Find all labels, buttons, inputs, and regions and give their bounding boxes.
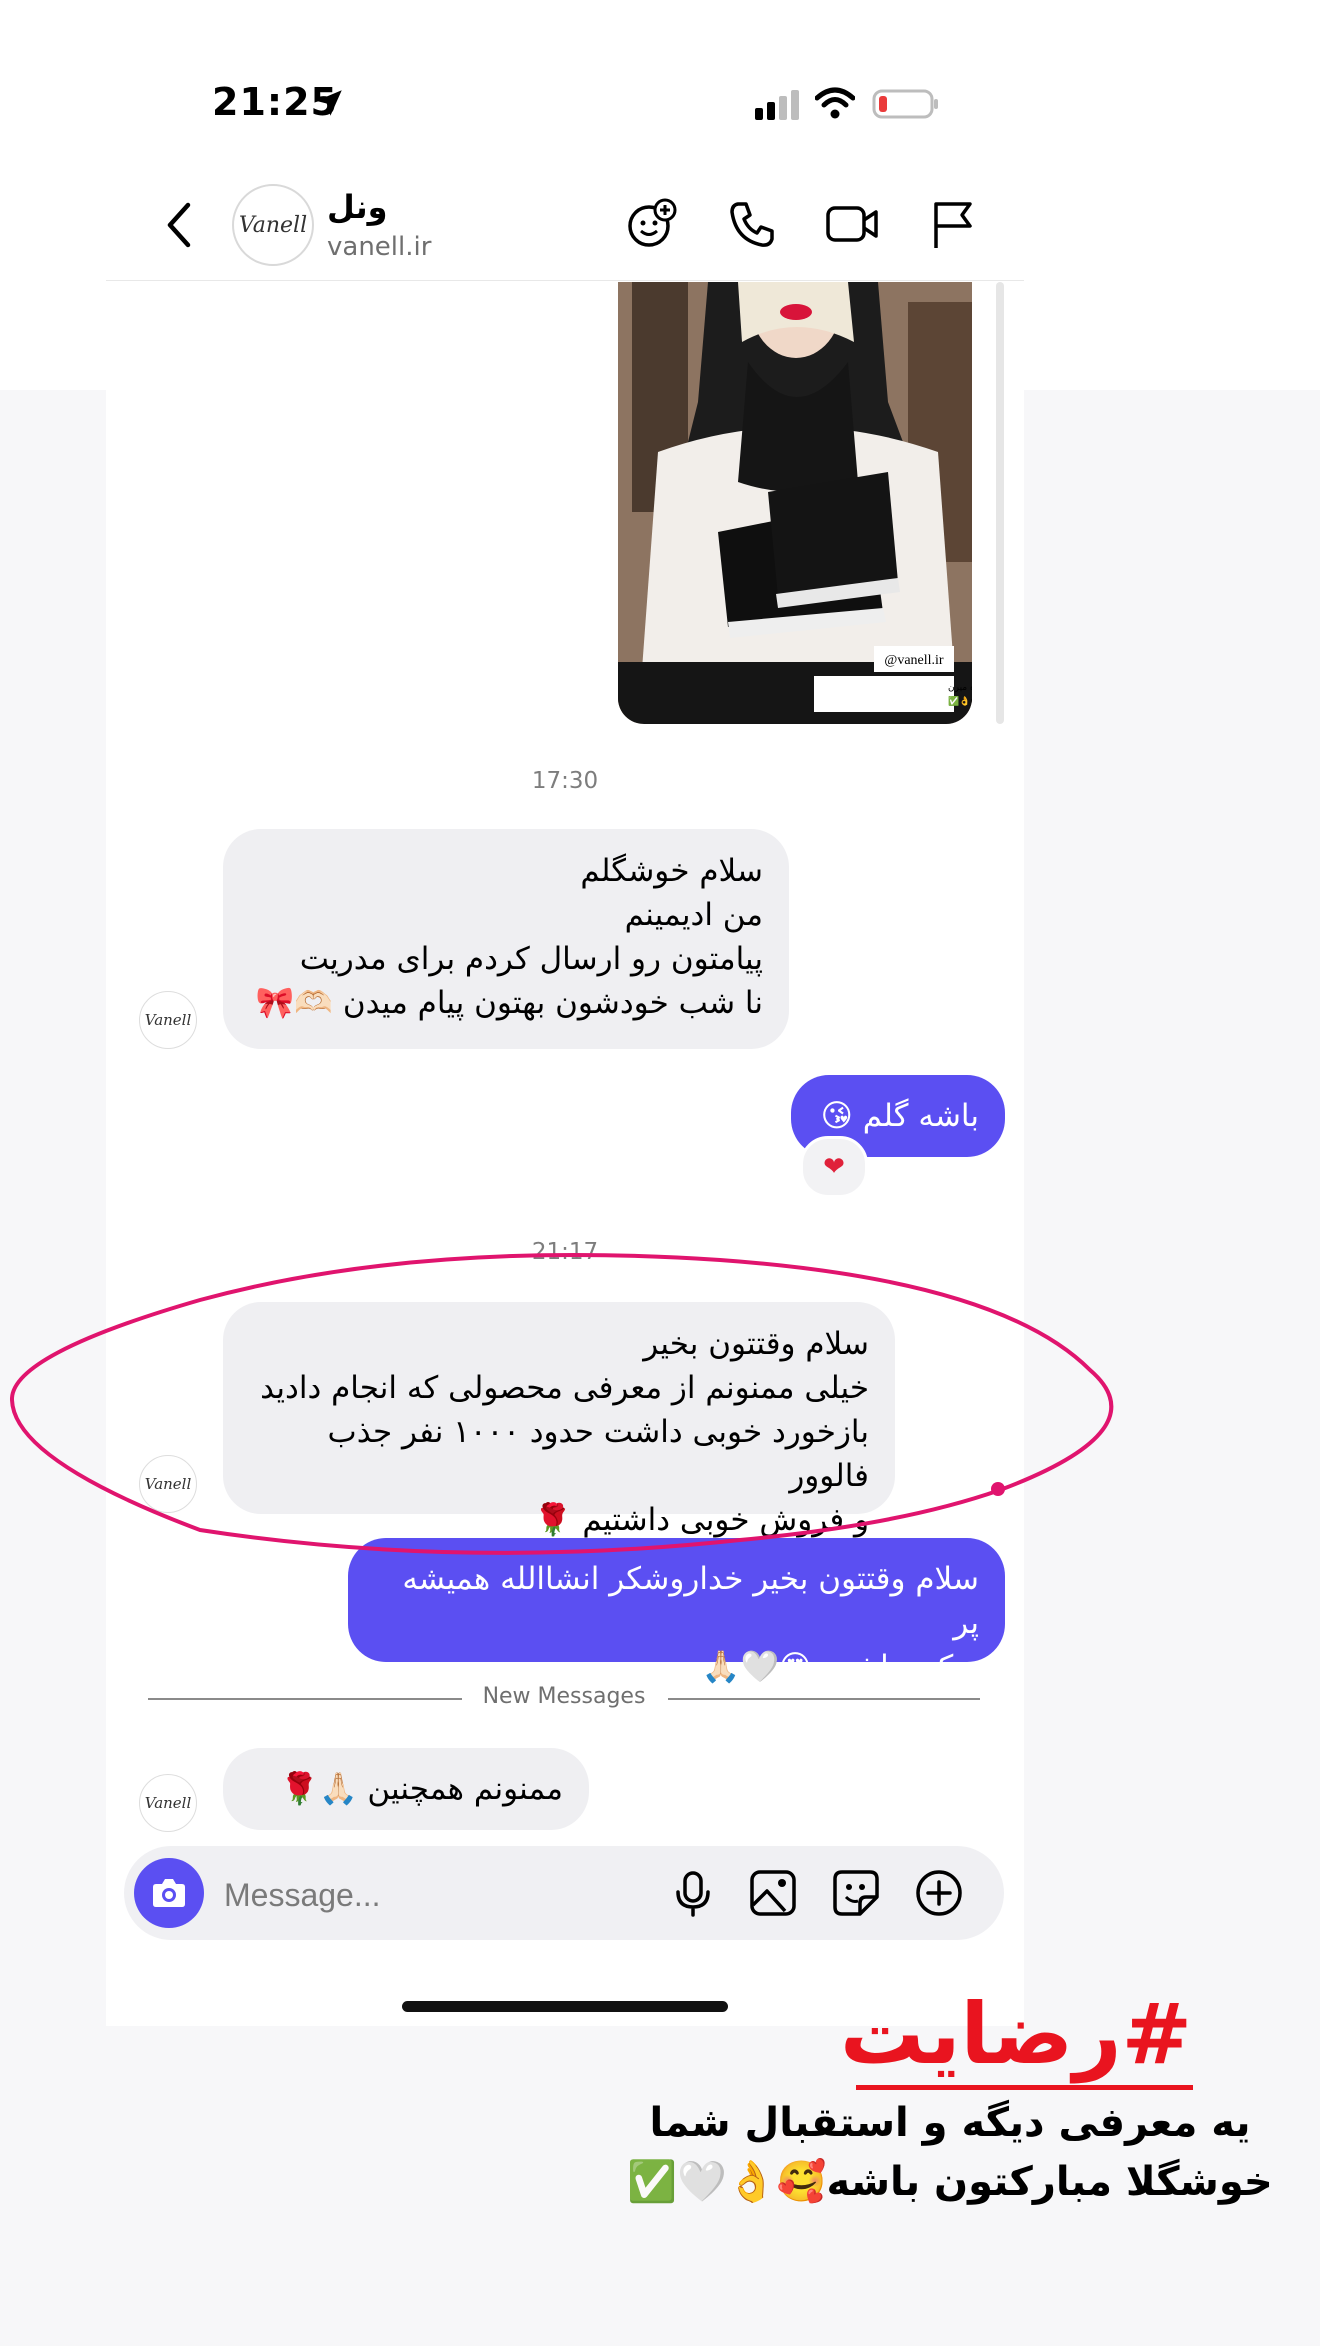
sender-avatar[interactable]: Vanell <box>139 991 197 1049</box>
camera-icon <box>153 1879 185 1907</box>
new-messages-label: New Messages <box>482 1684 646 1709</box>
photo-illustration: @vanell.ir کسایی که مدرسه و دانشگاه میرن… <box>618 282 972 724</box>
new-messages-divider-right <box>668 1698 980 1700</box>
shared-photo[interactable]: @vanell.ir کسایی که مدرسه و دانشگاه میرن… <box>618 282 972 724</box>
sender-avatar[interactable]: Vanell <box>139 1455 197 1513</box>
incoming-message[interactable]: ممنونم همچنین 🙏🏻🌹 <box>223 1748 589 1830</box>
heart-reaction[interactable]: ❤ <box>800 1136 868 1198</box>
plus-circle-icon[interactable] <box>913 1867 965 1919</box>
gallery-icon[interactable] <box>747 1867 799 1919</box>
contact-username[interactable]: vanell.ir <box>327 232 431 262</box>
new-messages-divider-left <box>148 1698 462 1700</box>
wifi-icon <box>815 87 855 119</box>
photo-caption-line1: کسایی که مدرسه و دانشگاه میرن <box>948 681 972 693</box>
caption-line2: خوشگلا مبارکتون باشه🥰👌🤍✅ <box>627 2159 1273 2205</box>
message-input[interactable] <box>222 1870 646 1920</box>
location-arrow-icon <box>316 90 342 116</box>
battery-icon <box>872 89 938 119</box>
sender-avatar[interactable]: Vanell <box>139 1774 197 1832</box>
photo-handle: @vanell.ir <box>884 653 943 668</box>
incoming-message[interactable]: سلام وقتتون بخیر خیلی ممنونم از معرفی مح… <box>223 1302 895 1538</box>
photo-caption-line2: دیگه اینجا بهشتشون😍👌✅ <box>948 695 972 707</box>
timestamp: 17:30 <box>531 768 599 794</box>
outgoing-message[interactable]: سلام وقتتون بخیر خداروشکر انشاالله همیشه… <box>348 1538 1005 1685</box>
phone-icon[interactable] <box>724 196 780 252</box>
cellular-signal-icon <box>755 90 799 120</box>
video-icon[interactable] <box>824 196 880 252</box>
microphone-icon[interactable] <box>667 1867 719 1919</box>
back-chevron-icon[interactable] <box>160 195 200 255</box>
home-indicator[interactable] <box>402 2001 728 2012</box>
header-divider <box>106 280 1024 281</box>
hashtag: #رضایت <box>840 1985 1192 2083</box>
sticker-icon[interactable] <box>830 1867 882 1919</box>
caption-line1: یه معرفی دیگه و استقبال شما <box>649 2100 1251 2146</box>
scrollbar[interactable] <box>996 282 1004 724</box>
timestamp: 21:17 <box>531 1239 599 1265</box>
avatar[interactable]: Vanell <box>232 184 314 266</box>
add-effect-icon[interactable] <box>624 196 680 252</box>
hashtag-underline <box>856 2085 1193 2090</box>
camera-button[interactable] <box>134 1858 204 1928</box>
incoming-message[interactable]: سلام خوشگلم من ادیمینم پیامتون رو ارسال … <box>223 829 789 1049</box>
contact-name[interactable]: ونل <box>327 188 387 226</box>
flag-icon[interactable] <box>924 196 980 252</box>
